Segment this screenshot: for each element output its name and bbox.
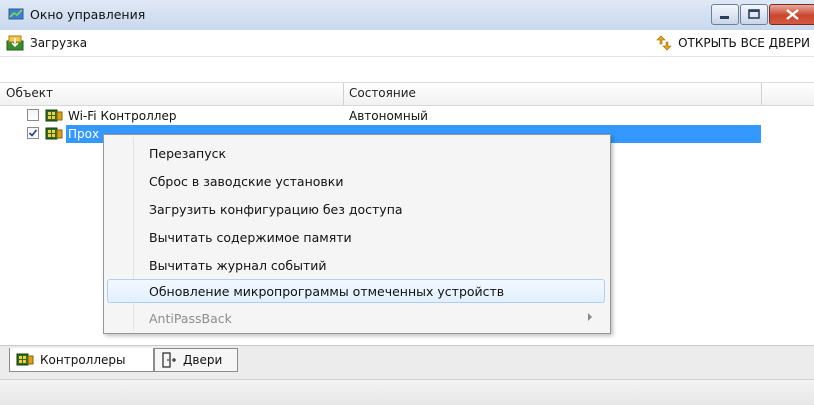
tab-doors-label: Двери: [183, 353, 223, 367]
table-row[interactable]: Wi-Fi Контроллер Автономный: [0, 107, 814, 125]
title-bar: Окно управления: [0, 0, 814, 31]
column-divider[interactable]: [343, 83, 344, 105]
row-checkbox[interactable]: [27, 109, 39, 121]
minimize-button[interactable]: [711, 4, 739, 25]
controller-icon: [45, 109, 63, 122]
door-icon: [162, 352, 176, 368]
menu-item-label: Перезапуск: [149, 146, 227, 161]
minimize-icon: [720, 16, 729, 19]
open-all-doors-label: ОТКРЫТЬ ВСЕ ДВЕРИ: [678, 36, 810, 50]
toolbar: Загрузка ОТКРЫТЬ ВСЕ ДВЕРИ: [0, 30, 814, 57]
close-icon: [786, 9, 799, 20]
maximize-icon: [748, 9, 760, 19]
close-button[interactable]: [769, 4, 814, 25]
controller-icon: [16, 353, 34, 366]
menu-item-label: Вычитать журнал событий: [149, 258, 327, 273]
menu-item-label: Вычитать содержимое памяти: [149, 230, 352, 245]
load-button[interactable]: Загрузка: [6, 34, 87, 52]
menu-item-load-config[interactable]: Загрузить конфигурацию без доступа: [107, 197, 605, 221]
column-header-object[interactable]: Объект: [6, 86, 53, 100]
column-divider[interactable]: [761, 83, 762, 105]
row-checkbox[interactable]: [27, 127, 39, 139]
open-all-doors-button[interactable]: ОТКРЫТЬ ВСЕ ДВЕРИ: [656, 34, 810, 52]
download-icon: [6, 35, 24, 51]
menu-item-read-memory[interactable]: Вычитать содержимое памяти: [107, 225, 605, 249]
menu-item-label: AntiPassBack: [149, 311, 232, 326]
status-bar: [0, 379, 814, 405]
main-window: Окно управления Загрузка ОТКРЫТЬ ВСЕ ДВЕ…: [0, 0, 814, 405]
row-state: Автономный: [349, 109, 428, 123]
checkmark-icon: [28, 129, 38, 137]
maximize-button[interactable]: [740, 4, 768, 25]
context-menu: Перезапуск Сброс в заводские установки З…: [103, 134, 611, 334]
graph-icon: [8, 8, 24, 20]
window-title: Окно управления: [30, 7, 146, 22]
menu-item-antipassback: AntiPassBack: [107, 306, 605, 330]
menu-item-factory-reset[interactable]: Сброс в заводские установки: [107, 169, 605, 193]
menu-item-label: Загрузить конфигурацию без доступа: [149, 202, 403, 217]
tab-doors[interactable]: Двери: [154, 348, 238, 372]
row-name: Wi-Fi Контроллер: [68, 109, 177, 123]
menu-item-label: Сброс в заводские установки: [149, 174, 344, 189]
load-label: Загрузка: [30, 36, 88, 50]
tab-controllers[interactable]: Контроллеры: [9, 348, 154, 372]
column-header-state[interactable]: Состояние: [349, 86, 416, 100]
row-name: Прох: [68, 127, 100, 141]
menu-item-firmware-update[interactable]: Обновление микропрограммы отмеченных уст…: [107, 279, 605, 303]
menu-item-label: Обновление микропрограммы отмеченных уст…: [149, 284, 505, 299]
submenu-arrow-icon: [588, 313, 592, 321]
tab-controllers-label: Контроллеры: [40, 352, 126, 367]
arrows-updown-icon: [656, 35, 672, 51]
grid-header: Объект Состояние: [0, 82, 814, 106]
tab-bar: Контроллеры Двери: [0, 345, 814, 379]
menu-item-restart[interactable]: Перезапуск: [107, 141, 605, 165]
menu-item-read-event-log[interactable]: Вычитать журнал событий: [107, 253, 605, 277]
controller-icon: [45, 127, 63, 140]
